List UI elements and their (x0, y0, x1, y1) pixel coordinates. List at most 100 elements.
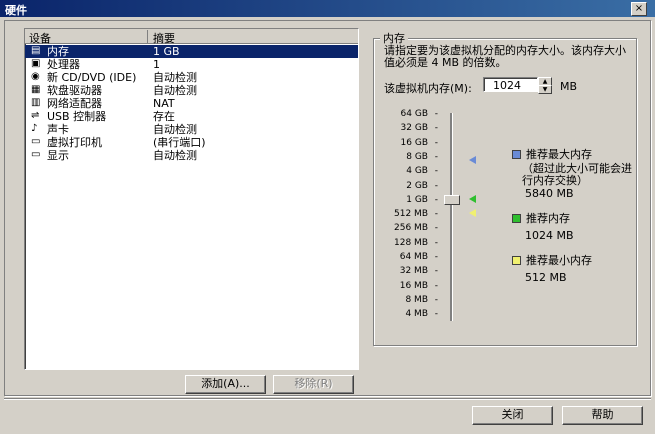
tick-text: 128 MB (394, 237, 428, 248)
header-device[interactable]: 设备 (29, 30, 51, 46)
device-summary: 存在 (153, 110, 175, 123)
tick-text: 16 MB (399, 280, 428, 291)
tick-mark: - (434, 109, 438, 119)
memory-tick-label: 64 MB - (368, 252, 438, 262)
max-memory-legend-icon (512, 150, 521, 159)
device-row[interactable]: ▥ 网络适配器 NAT (25, 97, 358, 110)
min-memory-legend-icon (512, 256, 521, 265)
spin-down-icon[interactable]: ▼ (538, 85, 552, 94)
memory-tick-label: 32 GB - (368, 123, 438, 134)
device-name: 声卡 (47, 123, 69, 136)
recommended-memory-title: 推荐内存 (526, 212, 570, 225)
tick-mark: - (434, 309, 438, 320)
tick-text: 32 GB (400, 123, 428, 134)
cd-icon: ◉ (31, 71, 40, 82)
memory-unit: MB (560, 80, 578, 93)
device-summary: 自动检测 (153, 149, 197, 162)
memory-tick-label: 4 GB - (368, 166, 438, 177)
device-name: 网络适配器 (47, 97, 102, 110)
help-button[interactable]: 帮助 (562, 406, 643, 425)
memory-input[interactable]: 1024 (483, 77, 538, 92)
min-memory-title: 推荐最小内存 (526, 254, 592, 267)
tick-text: 4 GB (406, 166, 428, 177)
tick-mark: - (434, 223, 438, 234)
memory-slider-track[interactable] (450, 113, 453, 321)
add-button[interactable]: 添加(A)... (185, 375, 266, 394)
device-name: USB 控制器 (47, 110, 107, 123)
max-memory-marker-icon (469, 156, 476, 164)
printer-icon: ▭ (31, 136, 41, 147)
recommended-memory-legend-icon (512, 214, 521, 223)
title-bar: 硬件 × (0, 0, 655, 17)
memory-spinner[interactable]: ▲ ▼ (538, 77, 552, 94)
memory-description: 请指定要为该虚拟机分配的内存大小。该内存大小值必须是 4 MB 的倍数。 (384, 44, 626, 69)
tick-text: 2 GB (406, 180, 428, 191)
tick-mark: - (434, 123, 438, 134)
device-row[interactable]: ▦ 软盘驱动器 自动检测 (25, 84, 358, 97)
tick-mark: - (434, 237, 438, 248)
monitor-icon: ▭ (31, 149, 41, 160)
tick-mark: - (434, 166, 438, 177)
tick-text: 32 MB (399, 266, 428, 277)
sound-icon: ♪ (31, 123, 38, 134)
memory-tick-label: 1 GB - (368, 194, 438, 205)
min-memory-marker-icon (469, 209, 476, 217)
memory-label: 该虚拟机内存(M): (384, 82, 472, 95)
device-name: 内存 (47, 45, 69, 58)
tick-text: 512 MB (394, 209, 428, 220)
device-name: 软盘驱动器 (47, 84, 102, 97)
floppy-icon: ▦ (31, 84, 41, 95)
max-memory-value: 5840 MB (525, 187, 574, 200)
header-separator[interactable] (147, 30, 148, 44)
tick-text: 64 MB (399, 252, 428, 262)
tick-text: 8 GB (406, 151, 428, 162)
tick-mark: - (434, 266, 438, 277)
device-row[interactable]: ⇌ USB 控制器 存在 (25, 110, 358, 123)
tick-text: 1 GB (406, 194, 428, 205)
device-name: 新 CD/DVD (IDE) (47, 71, 137, 84)
recommended-memory-marker-icon (469, 195, 476, 203)
memory-tick-label: 128 MB - (368, 237, 438, 248)
device-summary: (串行端口) (153, 136, 206, 149)
tick-text: 64 GB (400, 109, 428, 119)
usb-icon: ⇌ (31, 110, 40, 121)
close-button[interactable]: 关闭 (472, 406, 553, 425)
close-icon[interactable]: × (631, 2, 647, 16)
list-header: 设备 摘要 (25, 29, 358, 46)
device-list[interactable]: 设备 摘要 ▤ 内存 1 GB ▣ 处理器 1 ◉ 新 CD/DVD (IDE) 自动检测 ▦ 软盘… (24, 28, 359, 370)
tick-mark: - (434, 180, 438, 191)
device-summary: 自动检测 (153, 84, 197, 97)
tick-mark: - (434, 294, 438, 305)
max-memory-title: 推荐最大内存 (526, 148, 592, 161)
device-row[interactable]: ▭ 显示 自动检测 (25, 149, 358, 162)
device-summary: NAT (153, 97, 175, 110)
device-name: 虚拟打印机 (47, 136, 102, 149)
tick-text: 256 MB (394, 223, 428, 234)
device-row[interactable]: ▭ 虚拟打印机 (串行端口) (25, 136, 358, 149)
network-icon: ▥ (31, 97, 41, 108)
cpu-icon: ▣ (31, 58, 41, 69)
tick-text: 16 GB (400, 137, 428, 148)
device-row[interactable]: ▤ 内存 1 GB (25, 45, 358, 58)
memory-slider-thumb[interactable] (444, 195, 460, 205)
device-summary: 1 GB (153, 45, 180, 58)
memory-tick-label: 4 MB - (368, 309, 438, 319)
tick-mark: - (434, 194, 438, 205)
device-summary: 自动检测 (153, 71, 197, 84)
device-row[interactable]: ▣ 处理器 1 (25, 58, 358, 71)
window-title: 硬件 (5, 4, 27, 17)
memory-tick-label: 64 GB - (368, 109, 438, 119)
header-summary[interactable]: 摘要 (153, 30, 175, 46)
tick-mark: - (434, 280, 438, 291)
device-row[interactable]: ♪ 声卡 自动检测 (25, 123, 358, 136)
max-memory-note: （超过此大小可能会进行内存交换） (522, 162, 632, 187)
memory-tick-label: 2 GB - (368, 180, 438, 191)
memory-tick-label: 512 MB - (368, 209, 438, 220)
remove-button: 移除(R) (273, 375, 354, 394)
memory-tick-label: 32 MB - (368, 266, 438, 277)
device-row[interactable]: ◉ 新 CD/DVD (IDE) 自动检测 (25, 71, 358, 84)
memory-tick-label: 16 GB - (368, 137, 438, 148)
footer-divider (4, 398, 651, 400)
memory-tick-label: 16 MB - (368, 280, 438, 291)
memory-tick-label: 8 GB - (368, 151, 438, 162)
